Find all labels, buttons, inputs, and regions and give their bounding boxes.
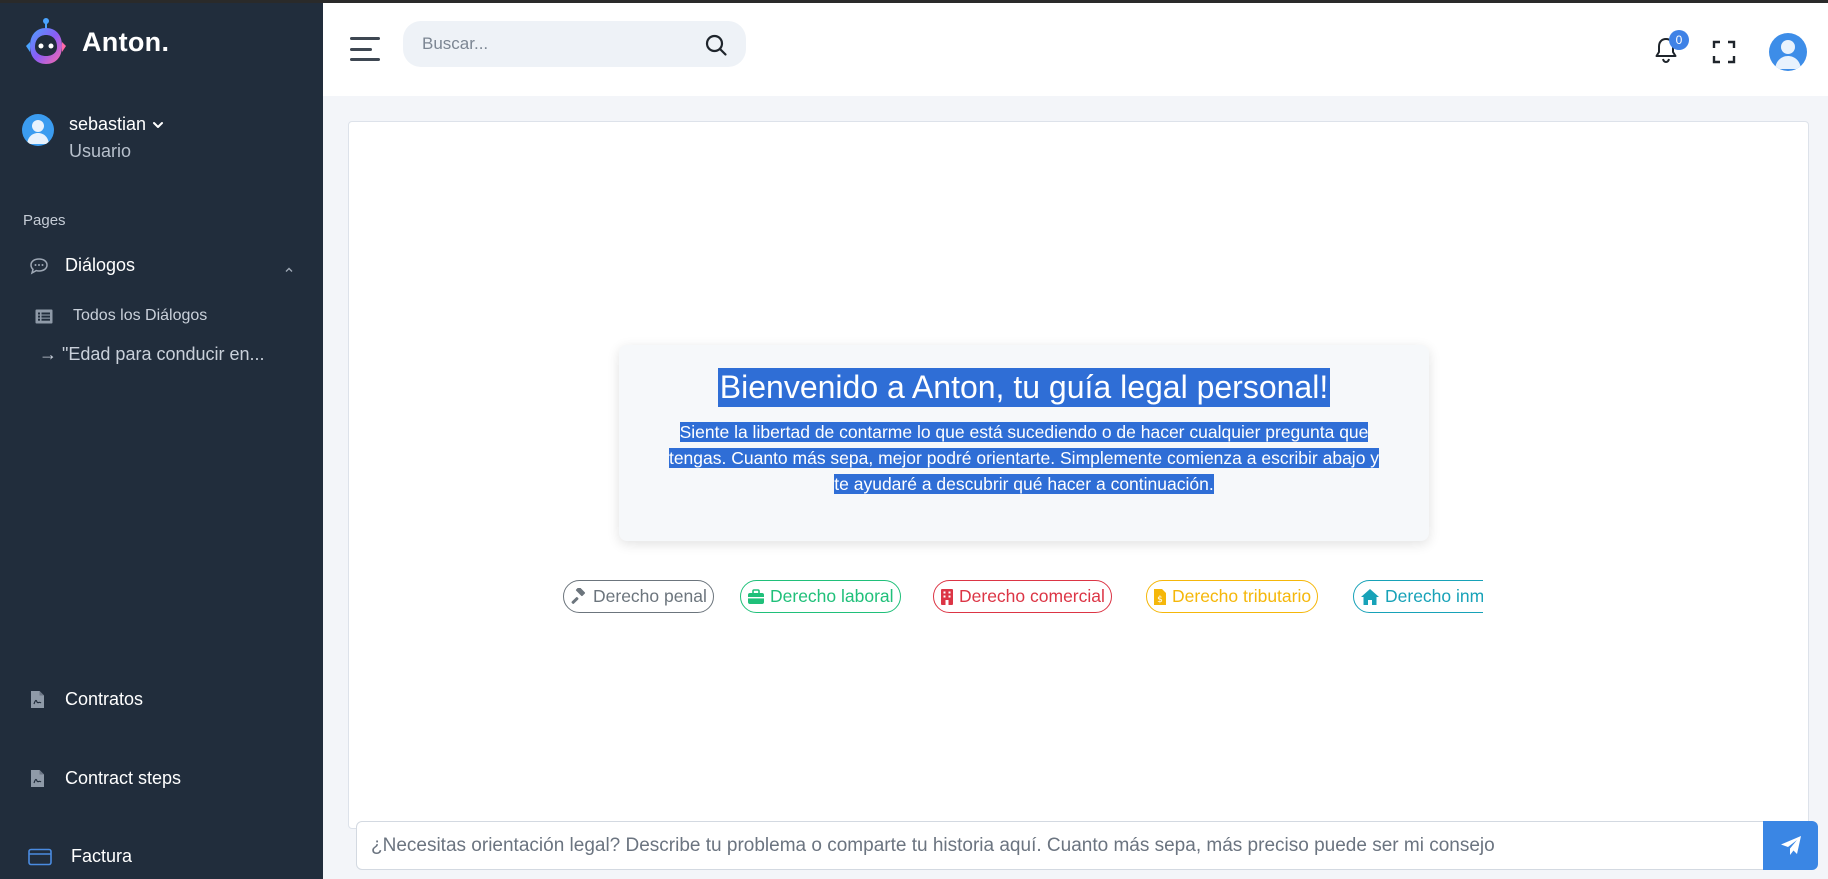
menu-toggle-icon[interactable]: [350, 37, 380, 61]
sidebar-item-label: Contratos: [65, 689, 144, 709]
category-chips: Derecho penal Derecho laboral Derecho co…: [563, 579, 1483, 615]
svg-text:$: $: [1157, 595, 1163, 605]
document-icon: [31, 691, 44, 708]
category-chip-derecho-laboral[interactable]: Derecho laboral: [740, 580, 901, 613]
sidebar-item-todos-los-dialogos[interactable]: Todos los Diálogos: [35, 307, 207, 325]
paper-plane-icon: [1780, 835, 1801, 855]
message-input[interactable]: [357, 834, 1763, 857]
search-icon[interactable]: [704, 33, 728, 57]
welcome-line: Siente la libertad de contarme lo que es…: [679, 422, 1369, 442]
user-avatar-icon: [27, 120, 49, 144]
avatar: [22, 114, 54, 146]
search-bar: [403, 21, 746, 67]
category-chip-label: Derecho penal: [593, 586, 707, 606]
welcome-card: Bienvenido a Anton, tu guía legal person…: [619, 345, 1429, 541]
home-icon: [1361, 588, 1379, 605]
sidebar-item-label: Todos los Diálogos: [73, 307, 208, 324]
welcome-message: Siente la libertad de contarme lo que es…: [644, 419, 1404, 497]
sidebar-item-label: → "Edad para conducir en...: [39, 344, 265, 364]
briefcase-icon: [748, 588, 764, 604]
send-button[interactable]: [1763, 821, 1818, 870]
avatar[interactable]: [1769, 33, 1807, 71]
message-composer: [356, 821, 1764, 870]
notification-count-badge: 0: [1669, 30, 1689, 50]
sidebar-item-recent-dialog[interactable]: → "Edad para conducir en...: [39, 344, 265, 365]
anton-logo-icon: [26, 18, 66, 64]
gavel-icon: [571, 587, 586, 604]
section-label-pages: Pages: [23, 212, 66, 229]
sidebar-item-contratos[interactable]: Contratos: [30, 689, 143, 710]
welcome-line: te ayudaré a descubrir qué hacer a conti…: [834, 474, 1214, 494]
welcome-line: tengas. Cuanto más sepa, mejor podré ori…: [668, 448, 1380, 468]
sidebar-item-contract-steps[interactable]: Contract steps: [30, 768, 181, 789]
chevron-down-icon: [153, 121, 164, 128]
receipt-icon: $: [1154, 588, 1166, 605]
welcome-title: Bienvenido a Anton, tu guía legal person…: [717, 368, 1331, 407]
sidebar-item-dialogos[interactable]: Diálogos: [29, 255, 299, 276]
user-role: Usuario: [69, 141, 132, 161]
category-chip-label: Derecho tributario: [1172, 586, 1312, 606]
sidebar-item-label: Factura: [71, 846, 133, 866]
category-chip-label: Derecho laboral: [770, 586, 894, 606]
category-chip-label: Derecho inmobiliario: [1385, 586, 1483, 606]
category-chip-label: Derecho comercial: [959, 586, 1105, 606]
credit-card-icon: [28, 848, 52, 865]
topbar: 0: [323, 3, 1828, 96]
sidebar-item-label: Diálogos: [65, 255, 136, 275]
user-name-toggle[interactable]: sebastian: [69, 114, 165, 135]
category-chip-derecho-comercial[interactable]: Derecho comercial: [933, 580, 1112, 613]
list-icon: [35, 309, 53, 323]
user-profile[interactable]: sebastian Usuario: [22, 114, 165, 162]
brand[interactable]: Anton.: [22, 16, 169, 68]
brand-name: Anton.: [82, 26, 170, 57]
category-chip-derecho-inmobiliario[interactable]: Derecho inmobiliario: [1353, 580, 1483, 613]
window-top-border: [0, 0, 1828, 3]
chat-bubble-icon: [30, 257, 48, 275]
sidebar-item-factura[interactable]: Factura: [28, 846, 132, 867]
chevron-up-icon: [285, 267, 293, 272]
sidebar-item-label: Contract steps: [65, 768, 182, 788]
search-input[interactable]: [403, 34, 683, 54]
building-icon: [941, 588, 953, 605]
sidebar: Anton. sebastian Usuario Pages Diálogos: [0, 0, 323, 879]
category-chip-derecho-penal[interactable]: Derecho penal: [563, 580, 714, 613]
category-chip-derecho-tributario[interactable]: $ Derecho tributario: [1146, 580, 1319, 613]
fullscreen-icon[interactable]: [1712, 40, 1736, 64]
document-icon: [31, 770, 44, 787]
user-name: sebastian: [69, 114, 147, 134]
user-avatar-icon: [1775, 40, 1801, 69]
